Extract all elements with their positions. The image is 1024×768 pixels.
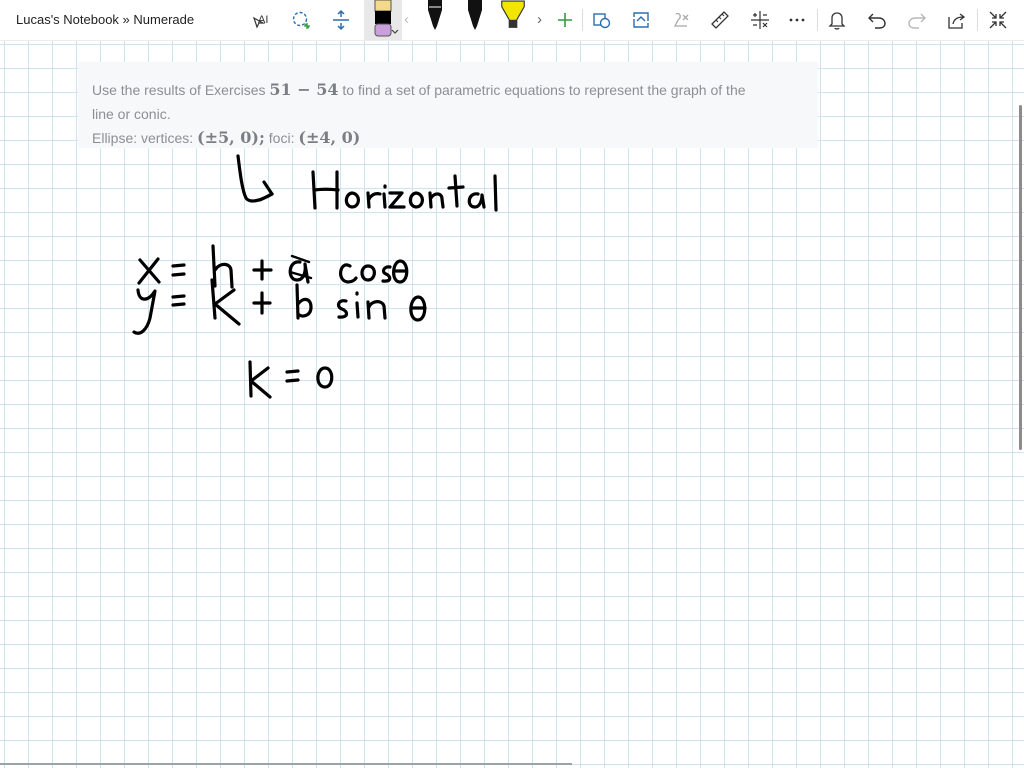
pen-black-2-icon[interactable] xyxy=(460,0,490,34)
space-insert-icon[interactable] xyxy=(326,5,356,35)
handwriting-arrow xyxy=(236,154,274,203)
vertical-scrollbar[interactable] xyxy=(1019,105,1022,450)
handwriting-equation-k xyxy=(248,360,334,399)
svg-text:AI: AI xyxy=(258,14,268,26)
pen-yellow-black-icon[interactable] xyxy=(364,0,402,40)
share-icon[interactable] xyxy=(942,5,972,35)
more-options-icon[interactable] xyxy=(782,5,812,35)
ink-to-math-icon[interactable] xyxy=(666,5,696,35)
toolbar: Lucas's Notebook » Numerade AI ‹ › xyxy=(0,0,1024,41)
redo-icon[interactable] xyxy=(902,5,932,35)
ink-to-shape-icon[interactable] xyxy=(626,5,656,35)
toolbar-divider xyxy=(977,9,978,31)
scroll-left-icon[interactable]: ‹ xyxy=(404,11,409,28)
fullscreen-icon[interactable] xyxy=(983,5,1013,35)
scroll-right-icon[interactable]: › xyxy=(537,11,542,28)
page-edge-line xyxy=(0,763,572,765)
lasso-select-icon[interactable] xyxy=(286,5,316,35)
handwriting-equation-y xyxy=(132,278,427,335)
toolbar-divider xyxy=(582,9,583,31)
handwriting-word-horizontal xyxy=(311,170,498,212)
bell-icon[interactable] xyxy=(822,5,852,35)
math-icon[interactable] xyxy=(745,5,775,35)
highlighter-yellow-icon[interactable] xyxy=(498,0,528,34)
ruler-icon[interactable] xyxy=(705,5,735,35)
shape-recognize-icon[interactable] xyxy=(587,5,617,35)
notebook-app: Lucas's Notebook » Numerade AI ‹ › Use t… xyxy=(0,0,1024,768)
add-pen-icon[interactable] xyxy=(550,5,580,35)
text-insert-icon[interactable]: AI xyxy=(247,5,277,35)
handwriting-ink xyxy=(132,154,498,399)
breadcrumb[interactable]: Lucas's Notebook » Numerade xyxy=(16,12,194,27)
undo-icon[interactable] xyxy=(862,5,892,35)
toolbar-divider xyxy=(817,9,818,31)
pen-black-icon[interactable] xyxy=(420,0,450,34)
handwriting-equation-x xyxy=(137,244,409,289)
